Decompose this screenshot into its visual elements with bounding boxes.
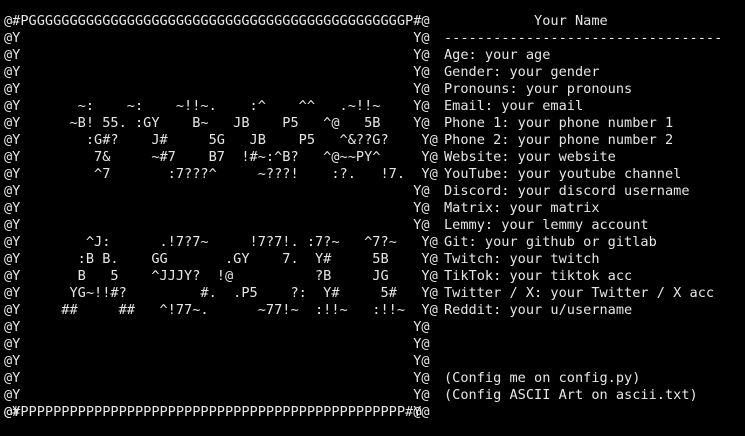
ascii-art-line: @Y Y@ bbox=[4, 336, 430, 352]
ascii-art-line: @Y Y@ bbox=[4, 387, 430, 403]
info-row-reddit: Reddit: your u/username bbox=[444, 302, 633, 318]
info-row-age: Age: your age bbox=[444, 47, 551, 63]
ascii-art-line: @#PGGGGGGGGGGGGGGGGGGGGGGGGGGGGGGGGGGGGG… bbox=[4, 13, 430, 29]
info-row-website: Website: your website bbox=[444, 149, 616, 165]
info-row-git: Git: your github or gitlab bbox=[444, 234, 657, 250]
ascii-art-line: @Y ^J: .!7?7~ !7?7!. :7?~ ^7?~ Y@ bbox=[4, 234, 438, 250]
footer-config-note: (Config me on config.py) bbox=[444, 370, 641, 386]
ascii-art-line: @Y Y@ bbox=[4, 183, 430, 199]
info-row-lemmy: Lemmy: your lemmy account bbox=[444, 217, 649, 233]
ascii-art-line: @Y B 5 ^JJJY? !@ ?B JG Y@ bbox=[4, 268, 438, 284]
ascii-art-line: @Y Y@ bbox=[4, 353, 430, 369]
profile-name-title: Your Name bbox=[444, 13, 608, 29]
ascii-art-line: @Y Y@ bbox=[4, 47, 430, 63]
info-row-email: Email: your email bbox=[444, 98, 584, 114]
ascii-art-line: @Y Y@ bbox=[4, 319, 430, 335]
ascii-art-line: @Y YG~!!#? #. .P5 ?: Y# 5# Y@ bbox=[4, 285, 438, 301]
ascii-art-line: @Y Y@ bbox=[4, 81, 430, 97]
ascii-art-line: @Y Y@ bbox=[4, 217, 430, 233]
ascii-art-line: @Y :B B. GG .GY 7. Y# 5B Y@ bbox=[4, 251, 438, 267]
info-row-phone-2: Phone 2: your phone number 2 bbox=[444, 132, 674, 148]
ascii-art-line: @Y :G#? J# 5G JB P5 ^&??G? Y@ bbox=[4, 132, 438, 148]
ascii-art-line: @Y ~B! 55. :GY B~ JB P5 ^@ 5B Y@ bbox=[4, 115, 430, 131]
info-row-matrix: Matrix: your matrix bbox=[444, 200, 600, 216]
info-row-youtube: YouTube: your youtube channel bbox=[444, 166, 682, 182]
ascii-art-line: @Y ~: ~: ~!!~. :^ ^^ .~!!~ Y@ bbox=[4, 98, 430, 114]
ascii-art-line: @Y Y@ bbox=[4, 64, 430, 80]
info-row-gender: Gender: your gender bbox=[444, 64, 600, 80]
ascii-art-bottom-border: @#PPPPPPPPPPPPPPPPPPPPPPPPPPPPPPPPPPPPPP… bbox=[4, 404, 422, 420]
info-row-twitch: Twitch: your twitch bbox=[444, 251, 600, 267]
terminal-window: @#PGGGGGGGGGGGGGGGGGGGGGGGGGGGGGGGGGGGGG… bbox=[0, 0, 745, 436]
ascii-art-line: @Y ## ## ^!77~. ~77!~ :!!~ :!!~ Y@ bbox=[4, 302, 438, 318]
info-row-twitter-x: Twitter / X: your Twitter / X acc bbox=[444, 285, 715, 301]
ascii-art-line: @Y ^7 :7???^ ~???! :?. !7. Y@ bbox=[4, 166, 438, 182]
info-row-discord: Discord: your discord username bbox=[444, 183, 690, 199]
ascii-art-line: @Y Y@ bbox=[4, 370, 430, 386]
ascii-art-line: @Y Y@ bbox=[4, 30, 430, 46]
ascii-art-line: @Y Y@ bbox=[4, 200, 430, 216]
ascii-art-line: @Y 7& ~#7 B7 !#~:^B? ^@~~PY^ Y@ bbox=[4, 149, 438, 165]
title-separator: ---------------------------------- bbox=[444, 30, 723, 46]
info-row-pronouns: Pronouns: your pronouns bbox=[444, 81, 633, 97]
info-row-tiktok: TikTok: your tiktok acc bbox=[444, 268, 633, 284]
footer-ascii-note: (Config ASCII Art on ascii.txt) bbox=[444, 387, 698, 403]
info-row-phone-1: Phone 1: your phone number 1 bbox=[444, 115, 674, 131]
